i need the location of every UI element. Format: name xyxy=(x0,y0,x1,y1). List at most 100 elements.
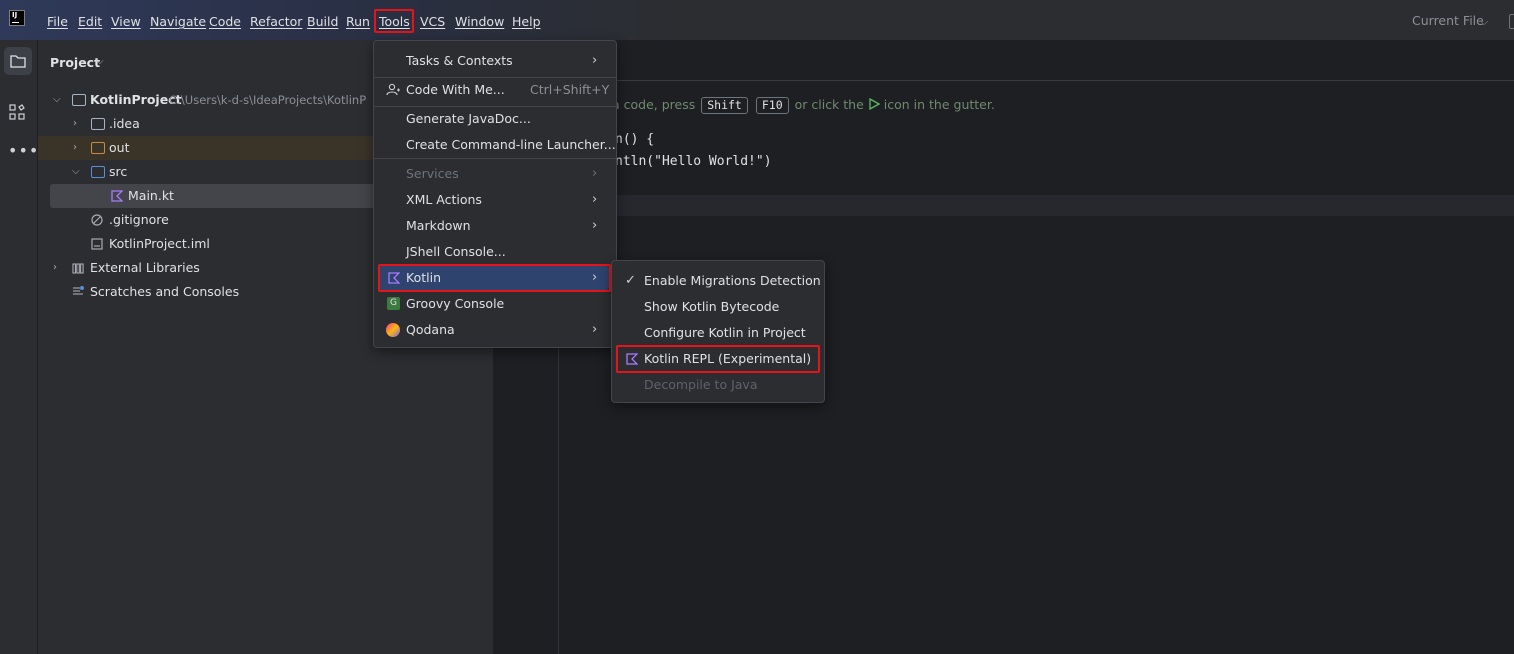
groovy-icon: G xyxy=(387,297,400,310)
hint-mid: or click the xyxy=(794,97,864,112)
kotlin-highlight-box xyxy=(378,264,611,292)
project-tool-button[interactable] xyxy=(4,47,32,75)
source-folder-icon xyxy=(91,166,105,178)
menu-help[interactable]: Help xyxy=(512,13,541,31)
chevron-down-icon[interactable]: ⌵ xyxy=(72,160,80,184)
menu-vcs[interactable]: VCS xyxy=(420,13,445,31)
menu-item-code-with-me[interactable]: Code With Me... Ctrl+Shift+Y xyxy=(374,78,616,102)
menu-item-enable-migrations[interactable]: ✓ Enable Migrations Detection xyxy=(612,269,824,293)
tree-label: Scratches and Consoles xyxy=(90,284,240,299)
editor-tab-bar xyxy=(494,40,1514,81)
tools-highlight-box xyxy=(374,9,414,33)
menu-build[interactable]: Build xyxy=(307,13,338,31)
run-hint: a code, press Shift F10 or click the ico… xyxy=(612,97,995,114)
menu-item-configure-kotlin[interactable]: Configure Kotlin in Project xyxy=(612,321,824,345)
iml-file-icon xyxy=(91,238,103,250)
tree-label: KotlinProject.iml xyxy=(109,236,210,251)
libraries-icon xyxy=(72,263,84,274)
run-triangle-icon xyxy=(869,97,881,111)
chevron-right-icon[interactable]: › xyxy=(73,112,77,136)
repl-highlight-box xyxy=(616,345,820,373)
code-line-main: n() { xyxy=(615,132,655,147)
run-config-selector[interactable]: Current File xyxy=(1412,13,1484,28)
kotlin-submenu-popup: ✓ Enable Migrations Detection Show Kotli… xyxy=(611,260,825,403)
tree-label: External Libraries xyxy=(90,260,200,275)
menu-view[interactable]: View xyxy=(111,13,141,31)
menu-separator xyxy=(374,158,616,159)
menu-item-label: Groovy Console xyxy=(406,296,505,311)
intellij-logo-icon[interactable]: IJ xyxy=(9,10,25,26)
menu-item-jshell-console[interactable]: JShell Console... xyxy=(374,240,616,264)
scratches-icon xyxy=(73,286,84,295)
menu-navigate[interactable]: Navigate xyxy=(150,13,206,31)
menu-file[interactable]: File xyxy=(47,13,68,31)
chevron-down-icon: ⌵ xyxy=(1480,15,1489,28)
menu-item-groovy-console[interactable]: G Groovy Console xyxy=(374,292,616,316)
user-plus-icon xyxy=(386,83,400,96)
menu-item-label: Code With Me... xyxy=(406,82,505,97)
chevron-down-icon[interactable]: ⌵ xyxy=(96,56,104,67)
checkmark-icon: ✓ xyxy=(625,273,636,288)
menu-edit[interactable]: Edit xyxy=(78,13,102,31)
menu-item-label: Create Command-line Launcher... xyxy=(406,137,616,152)
chevron-right-icon[interactable]: › xyxy=(53,256,57,280)
menu-item-services: Services › xyxy=(374,162,616,186)
project-path: C:\Users\k-d-s\IdeaProjects\KotlinP xyxy=(169,93,367,107)
menu-window[interactable]: Window xyxy=(455,13,504,31)
current-line-highlight xyxy=(559,195,1514,216)
menu-item-tasks-contexts[interactable]: Tasks & Contexts › xyxy=(374,49,616,73)
ignore-file-icon xyxy=(91,214,103,226)
chevron-right-icon: › xyxy=(592,166,598,181)
f10-key-badge: F10 xyxy=(755,97,789,114)
menu-run[interactable]: Run xyxy=(346,13,370,31)
chevron-right-icon: › xyxy=(592,53,598,68)
menu-item-shortcut: Ctrl+Shift+Y xyxy=(530,82,610,97)
menu-item-xml-actions[interactable]: XML Actions › xyxy=(374,188,616,212)
chevron-right-icon: › xyxy=(592,218,598,233)
menu-item-label: Markdown xyxy=(406,218,471,233)
menu-item-label: JShell Console... xyxy=(406,244,506,259)
run-widget-icon[interactable] xyxy=(1509,14,1514,29)
main-menu-bar: IJ File Edit View Navigate Code Refactor… xyxy=(0,0,1514,40)
menu-item-markdown[interactable]: Markdown › xyxy=(374,214,616,238)
chevron-right-icon: › xyxy=(592,322,598,337)
excluded-folder-icon xyxy=(91,142,105,154)
menu-item-label: Tasks & Contexts xyxy=(406,53,513,68)
menu-item-generate-javadoc[interactable]: Generate JavaDoc... xyxy=(374,107,616,131)
menu-item-label: Enable Migrations Detection xyxy=(644,273,821,288)
chevron-right-icon: › xyxy=(592,192,598,207)
tree-label: out xyxy=(109,140,130,155)
menu-item-label: Configure Kotlin in Project xyxy=(644,325,806,340)
menu-refactor[interactable]: Refactor xyxy=(250,13,302,31)
folder-icon xyxy=(91,118,105,130)
tools-menu-popup: Tasks & Contexts › Code With Me... Ctrl+… xyxy=(373,40,617,348)
tool-window-strip: ••• xyxy=(0,40,38,654)
tree-label: .gitignore xyxy=(109,212,169,227)
menu-item-label: Show Kotlin Bytecode xyxy=(644,299,780,314)
qodana-icon xyxy=(386,323,400,337)
menu-code[interactable]: Code xyxy=(209,13,241,31)
chevron-right-icon[interactable]: › xyxy=(73,136,77,160)
code-line-println: ntln("Hello World!") xyxy=(615,154,772,169)
menu-item-create-launcher[interactable]: Create Command-line Launcher... xyxy=(374,133,616,157)
project-panel-title[interactable]: Project xyxy=(50,55,100,70)
tree-label: Main.kt xyxy=(128,188,174,203)
menu-item-label: XML Actions xyxy=(406,192,482,207)
structure-icon[interactable] xyxy=(8,103,28,123)
shift-key-badge: Shift xyxy=(701,97,748,114)
menu-item-label: Decompile to Java xyxy=(644,377,758,392)
more-icon[interactable]: ••• xyxy=(8,141,39,160)
chevron-down-icon[interactable]: ⌵ xyxy=(53,88,61,112)
tree-label: KotlinProject xyxy=(90,92,182,107)
tree-label: .idea xyxy=(109,116,140,131)
folder-icon xyxy=(10,55,26,68)
menu-item-show-bytecode[interactable]: Show Kotlin Bytecode xyxy=(612,295,824,319)
hint-prefix: a code, press xyxy=(612,97,696,112)
menu-item-qodana[interactable]: Qodana › xyxy=(374,318,616,342)
menu-item-label: Generate JavaDoc... xyxy=(406,111,531,126)
menu-item-decompile-java: Decompile to Java xyxy=(612,373,824,397)
kotlin-file-icon xyxy=(111,190,123,202)
hint-suffix: icon in the gutter. xyxy=(883,97,995,112)
module-folder-icon xyxy=(72,94,86,106)
tree-label: src xyxy=(109,164,128,179)
